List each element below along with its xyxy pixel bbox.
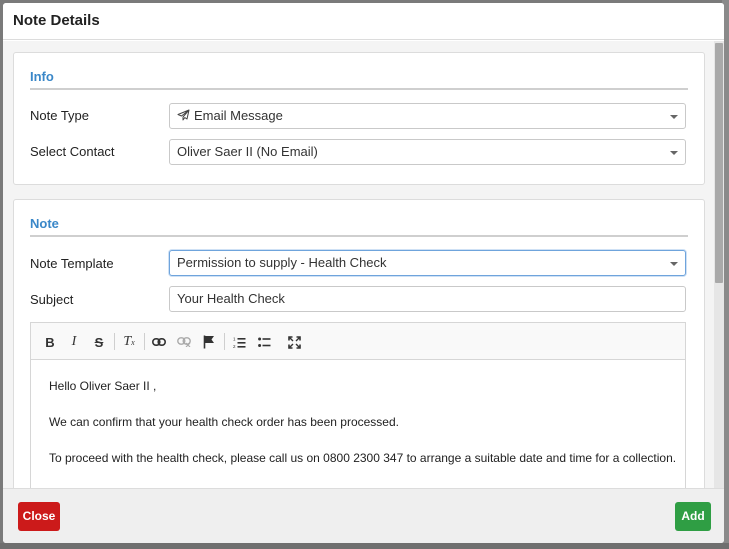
select-contact-value: Oliver Saer II (No Email) <box>177 144 318 159</box>
modal-body: Info Note Type Email Message Select Cont… <box>3 41 724 488</box>
subject-input[interactable]: Your Health Check <box>169 286 686 312</box>
select-contact-label: Select Contact <box>30 144 115 159</box>
modal-footer: Close Add <box>3 488 724 543</box>
note-template-select[interactable]: Permission to supply - Health Check <box>169 250 686 276</box>
scrollbar-thumb[interactable] <box>715 43 723 283</box>
note-section-title: Note <box>30 216 59 231</box>
editor-line: To proceed with the health check, please… <box>49 451 677 465</box>
note-template-label: Note Template <box>30 256 114 271</box>
note-type-select[interactable]: Email Message <box>169 103 686 129</box>
note-details-modal: Note Details Info Note Type Email Messag… <box>3 3 724 543</box>
bold-icon[interactable]: B <box>40 332 60 352</box>
note-type-label: Note Type <box>30 108 90 123</box>
strikethrough-icon[interactable]: S <box>89 332 109 352</box>
info-section-title: Info <box>30 69 54 84</box>
note-section: Note Note Template Permission to supply … <box>13 199 705 488</box>
svg-text:2: 2 <box>233 344 236 349</box>
remove-format-icon[interactable]: Tx <box>119 332 139 352</box>
note-type-value: Email Message <box>194 108 283 123</box>
section-divider <box>30 88 688 90</box>
select-contact-select[interactable]: Oliver Saer II (No Email) <box>169 139 686 165</box>
italic-icon[interactable]: I <box>64 332 84 352</box>
chevron-down-icon <box>670 262 678 266</box>
scrollbar[interactable] <box>714 41 724 488</box>
toolbar-separator <box>224 333 225 350</box>
editor-line: Hello Oliver Saer II , <box>49 379 157 393</box>
paper-plane-icon <box>177 109 190 121</box>
maximize-icon[interactable] <box>284 332 304 352</box>
editor-line: We can confirm that your health check or… <box>49 415 399 429</box>
unlink-icon[interactable] <box>174 332 194 352</box>
add-button[interactable]: Add <box>675 502 711 531</box>
link-icon[interactable] <box>149 332 169 352</box>
toolbar-separator <box>144 333 145 350</box>
info-section: Info Note Type Email Message Select Cont… <box>13 52 705 185</box>
subject-value: Your Health Check <box>177 291 285 306</box>
subject-label: Subject <box>30 292 74 307</box>
close-button[interactable]: Close <box>18 502 60 531</box>
chevron-down-icon <box>670 151 678 155</box>
background-page-bottom <box>0 543 729 549</box>
chevron-down-icon <box>670 115 678 119</box>
bulleted-list-icon[interactable] <box>254 332 274 352</box>
modal-title: Note Details <box>13 12 100 29</box>
rich-text-editor: B I S Tx 1 2 Hello Oliver Saer II , We c… <box>30 322 686 488</box>
numbered-list-icon[interactable]: 12 <box>229 332 249 352</box>
editor-content[interactable]: Hello Oliver Saer II , We can confirm th… <box>49 379 676 487</box>
toolbar-separator <box>114 333 115 350</box>
editor-toolbar: B I S Tx 1 2 <box>31 323 685 360</box>
modal-header: Note Details <box>3 3 724 40</box>
section-divider <box>30 235 688 237</box>
svg-text:1: 1 <box>233 336 236 341</box>
note-template-value: Permission to supply - Health Check <box>177 255 387 270</box>
flag-icon[interactable] <box>199 332 219 352</box>
